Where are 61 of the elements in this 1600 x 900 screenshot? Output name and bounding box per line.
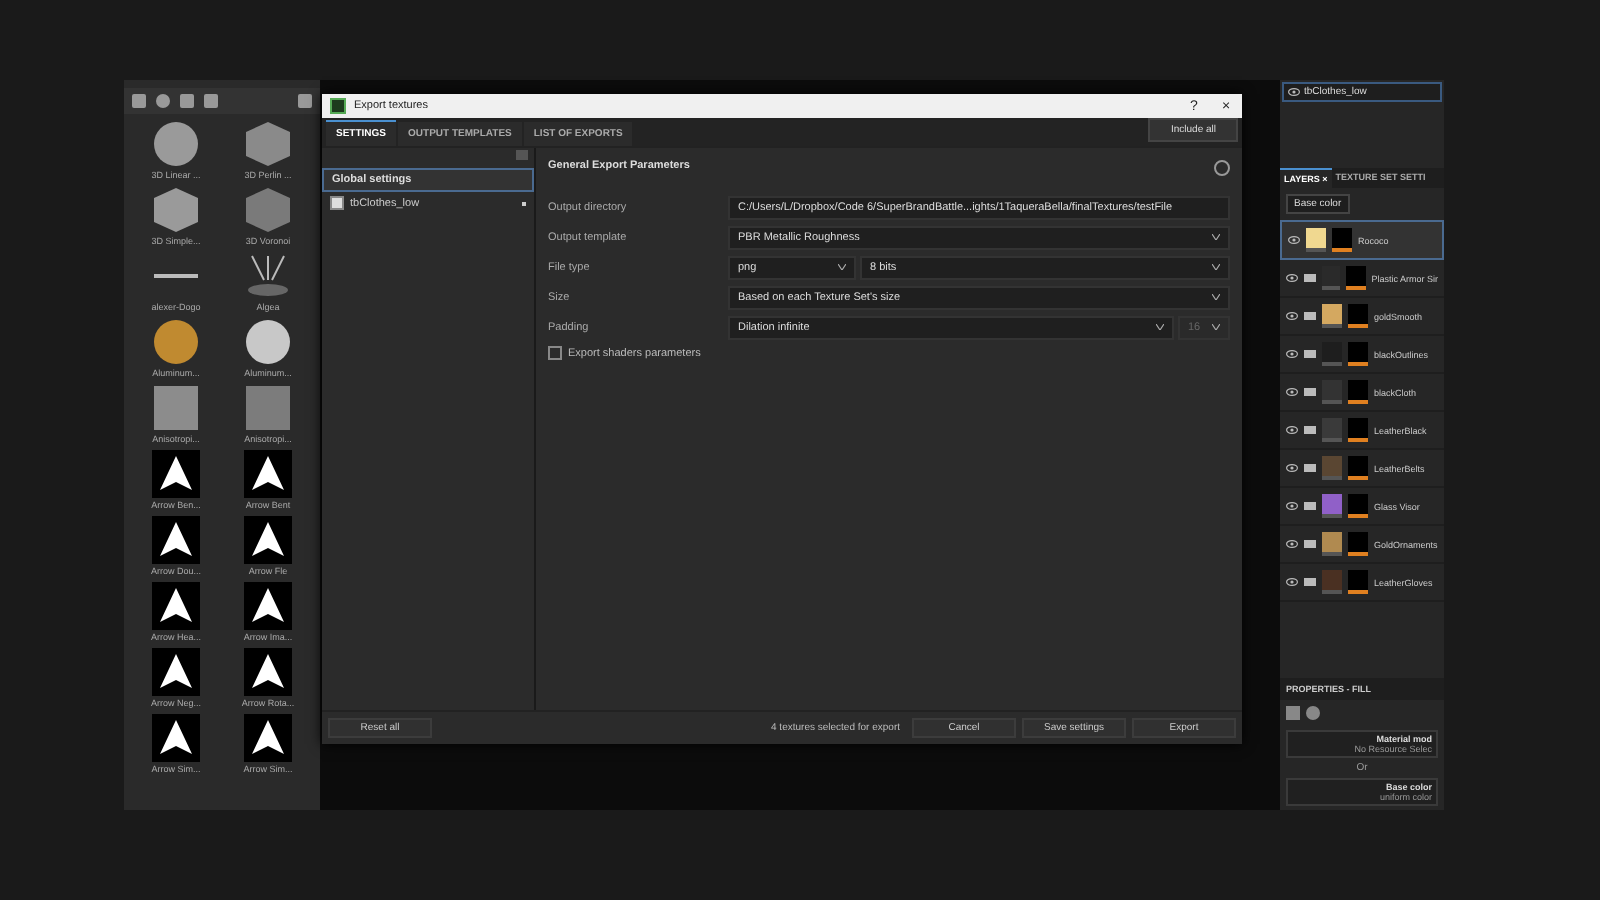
material-thumbnail[interactable] [244, 582, 292, 630]
material-thumbnail[interactable] [244, 120, 292, 168]
sphere-icon[interactable] [156, 94, 170, 108]
mask-thumbnail [1348, 304, 1368, 328]
material-thumbnail[interactable] [152, 120, 200, 168]
mask-thumbnail [1348, 494, 1368, 518]
eye-icon[interactable] [1286, 540, 1298, 548]
mask-thumbnail [1348, 418, 1368, 442]
material-thumbnail[interactable] [152, 648, 200, 696]
eye-icon[interactable] [1286, 388, 1298, 396]
material-thumbnail[interactable] [152, 450, 200, 498]
chevron-icon [1212, 264, 1220, 270]
mask-thumbnail [1348, 380, 1368, 404]
material-thumbnail[interactable] [152, 516, 200, 564]
eye-icon[interactable] [1286, 312, 1298, 320]
eye-icon[interactable] [1288, 88, 1300, 96]
eye-icon[interactable] [1286, 502, 1298, 510]
material-thumbnail[interactable] [152, 582, 200, 630]
folder-icon [1304, 540, 1316, 548]
folder-icon [1304, 426, 1316, 434]
material-thumbnail[interactable] [244, 186, 292, 234]
mask-thumbnail [1348, 532, 1368, 556]
folder-icon [1304, 464, 1316, 472]
sphere-icon[interactable] [1306, 706, 1320, 720]
material-thumbnail[interactable] [244, 384, 292, 432]
eye-icon[interactable] [1286, 464, 1298, 472]
chevron-icon [838, 264, 846, 270]
folder-icon [1304, 502, 1316, 510]
reset-icon[interactable] [1214, 160, 1230, 176]
chevron-icon [1212, 294, 1220, 300]
chevron-icon [1156, 324, 1164, 330]
folder-icon [1304, 578, 1316, 586]
checkbox[interactable] [548, 346, 562, 360]
mask-thumbnail [1346, 266, 1366, 290]
mask-thumbnail [1348, 570, 1368, 594]
eye-icon[interactable] [1286, 274, 1298, 282]
material-thumbnail[interactable] [152, 186, 200, 234]
mask-thumbnail [1348, 456, 1368, 480]
eye-icon[interactable] [1286, 578, 1298, 586]
material-thumbnail[interactable] [244, 714, 292, 762]
material-thumbnail[interactable] [152, 384, 200, 432]
material-thumbnail[interactable] [244, 516, 292, 564]
eye-icon[interactable] [1286, 426, 1298, 434]
material-thumbnail[interactable] [152, 714, 200, 762]
eye-icon[interactable] [1286, 350, 1298, 358]
material-thumbnail[interactable] [152, 318, 200, 366]
folder-icon [1304, 350, 1316, 358]
material-thumbnail[interactable] [244, 318, 292, 366]
folder-icon [1304, 312, 1316, 320]
chevron-icon [1212, 234, 1220, 240]
material-thumbnail[interactable] [244, 252, 292, 300]
mask-thumbnail [1332, 228, 1352, 252]
folder-icon [1304, 274, 1316, 282]
folder-icon [1304, 388, 1316, 396]
material-thumbnail[interactable] [244, 450, 292, 498]
app-logo-icon [330, 98, 346, 114]
checkbox[interactable] [330, 196, 344, 210]
chevron-icon [1212, 324, 1220, 330]
material-thumbnail[interactable] [244, 648, 292, 696]
mask-thumbnail [1348, 342, 1368, 366]
eye-icon[interactable] [1288, 236, 1300, 244]
